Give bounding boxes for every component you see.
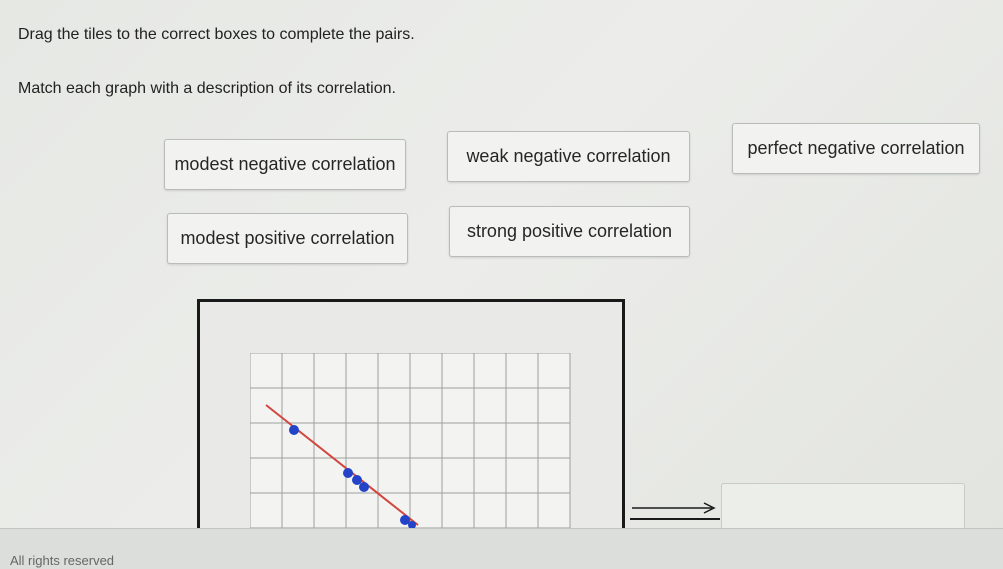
tile-weak-negative-correlation[interactable]: weak negative correlation	[447, 131, 690, 182]
copyright-footer: All rights reserved	[10, 553, 115, 568]
tile-strong-positive-correlation[interactable]: strong positive correlation	[449, 206, 690, 257]
scatter-plot-graph	[250, 353, 571, 528]
bottom-bar	[0, 528, 1003, 569]
arrow-right-icon	[630, 502, 720, 520]
instruction-match-graph: Match each graph with a description of i…	[18, 80, 396, 97]
data-point	[343, 468, 353, 478]
answer-drop-box[interactable]	[721, 483, 965, 533]
data-point	[359, 482, 369, 492]
tile-modest-positive-correlation[interactable]: modest positive correlation	[167, 213, 408, 264]
instruction-drag-tiles: Drag the tiles to the correct boxes to c…	[18, 26, 415, 43]
tile-modest-negative-correlation[interactable]: modest negative correlation	[164, 139, 406, 190]
tile-perfect-negative-correlation[interactable]: perfect negative correlation	[732, 123, 980, 174]
data-point	[289, 425, 299, 435]
